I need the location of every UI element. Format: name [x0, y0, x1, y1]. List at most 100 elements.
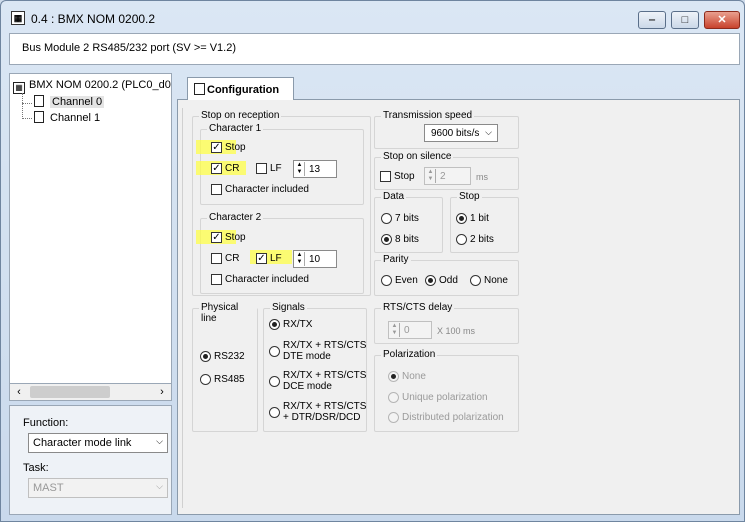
rs232-label: RS232 — [214, 351, 245, 362]
signals-rts-dte-radio[interactable]: RX/TX + RTS/CTS DTE mode — [269, 340, 366, 362]
checkbox-unchecked-icon — [211, 253, 222, 264]
stop-1-bit-radio[interactable]: 1 bit — [456, 213, 489, 224]
scroll-left-icon[interactable]: ‹ — [12, 385, 26, 399]
radio-on-icon — [456, 213, 467, 224]
silence-spinner[interactable]: ▲ ▼ 2 — [424, 167, 471, 185]
signals-rts-dtr-radio[interactable]: RX/TX + RTS/CTS + DTR/DSR/DCD — [269, 401, 366, 423]
char2-lf-value: 10 — [309, 254, 321, 265]
char1-stop-checkbox[interactable]: ✓ Stop — [211, 142, 246, 153]
rts-cts-delay-value: 0 — [404, 325, 410, 336]
polarization-unique-radio[interactable]: Unique polarization — [388, 392, 488, 403]
parity-odd-radio[interactable]: Odd — [425, 275, 458, 286]
task-select[interactable]: MAST ⌵ — [28, 478, 168, 498]
signals-rxtx-radio[interactable]: RX/TX — [269, 319, 312, 330]
char1-lf-spinner[interactable]: ▲ ▼ 13 — [293, 160, 337, 178]
radio-off-icon — [381, 213, 392, 224]
polarization-distributed-radio[interactable]: Distributed polarization — [388, 412, 504, 423]
radio-on-icon — [269, 319, 280, 330]
spinner-arrows-icon[interactable]: ▲ ▼ — [295, 162, 305, 176]
transmission-speed-select[interactable]: 9600 bits/s ⌵ — [424, 124, 498, 142]
char1-cr-label: CR — [225, 163, 240, 174]
radio-off-icon — [200, 374, 211, 385]
stop-1-bit-label: 1 bit — [470, 213, 489, 224]
maximize-icon: □ — [681, 14, 689, 26]
stop-2-bits-radio[interactable]: 2 bits — [456, 234, 494, 245]
tree-connector-branch — [22, 103, 32, 104]
parity-none-radio[interactable]: None — [470, 275, 508, 286]
radio-off-icon — [456, 234, 467, 245]
signals-option-sublabel: + DTR/DSR/DCD — [283, 412, 361, 423]
char2-stop-checkbox[interactable]: ✓ Stop — [211, 232, 246, 243]
silence-unit: ms — [476, 172, 488, 182]
radio-on-icon — [200, 351, 211, 362]
char2-included-checkbox[interactable]: Character included — [211, 274, 309, 285]
char2-cr-checkbox[interactable]: CR — [211, 253, 239, 264]
checkbox-checked-icon: ✓ — [211, 142, 222, 153]
signals-option-sublabel: DTE mode — [283, 351, 331, 362]
polarization-none-radio[interactable]: None — [388, 371, 426, 382]
char1-lf-checkbox[interactable]: LF — [256, 163, 282, 174]
char1-cr-checkbox[interactable]: ✓ CR — [211, 163, 239, 174]
spinner-arrows-icon[interactable]: ▲ ▼ — [390, 323, 400, 337]
configuration-icon — [194, 83, 205, 95]
function-select[interactable]: Character mode link ⌵ — [28, 433, 168, 453]
radio-off-icon — [381, 275, 392, 286]
polarization-unique-label: Unique polarization — [402, 392, 488, 403]
close-button[interactable]: ✕ — [704, 11, 740, 29]
data-8-bits-label: 8 bits — [395, 234, 419, 245]
char2-lf-checkbox[interactable]: ✓ LF — [256, 253, 282, 264]
rs232-radio[interactable]: RS232 — [200, 351, 245, 362]
tree-root-label: BMX NOM 0200.2 (PLC0_d0 — [29, 79, 171, 91]
char2-lf-spinner[interactable]: ▲ ▼ 10 — [293, 250, 337, 268]
tab-configuration[interactable]: Configuration — [187, 77, 294, 100]
checkbox-checked-icon: ✓ — [256, 253, 267, 264]
module-app-icon: ▦ — [11, 11, 25, 25]
physical-line-title: Physical line — [199, 302, 257, 324]
tree-item-channel-0[interactable]: Channel 0 — [34, 95, 105, 108]
minimize-button[interactable]: ‒ — [638, 11, 666, 29]
title-bar[interactable]: ▦ 0.4 : BMX NOM 0200.2 ‒ □ ✕ — [1, 1, 744, 31]
main-window: ▦ 0.4 : BMX NOM 0200.2 ‒ □ ✕ Bus Module … — [0, 0, 745, 522]
maximize-button[interactable]: □ — [671, 11, 699, 29]
rs485-label: RS485 — [214, 374, 245, 385]
tree-horizontal-scrollbar[interactable]: ‹ › — [9, 383, 172, 401]
checkbox-unchecked-icon — [256, 163, 267, 174]
transmission-speed-title: Transmission speed — [381, 110, 475, 121]
radio-off-icon — [269, 345, 280, 357]
char2-included-label: Character included — [225, 274, 309, 285]
silence-value: 2 — [440, 171, 446, 182]
chevron-down-icon: ⌵ — [156, 436, 163, 446]
radio-on-icon — [381, 234, 392, 245]
radio-off-icon — [470, 275, 481, 286]
tree-item-channel-1[interactable]: Channel 1 — [34, 111, 100, 124]
parity-title: Parity — [381, 254, 411, 265]
char2-stop-label: Stop — [225, 232, 246, 243]
signals-rts-dce-radio[interactable]: RX/TX + RTS/CTS DCE mode — [269, 370, 366, 392]
rs485-radio[interactable]: RS485 — [200, 374, 245, 385]
channel-icon — [34, 111, 44, 123]
stop-2-bits-label: 2 bits — [470, 234, 494, 245]
parity-even-radio[interactable]: Even — [381, 275, 418, 286]
radio-off-icon — [269, 406, 280, 418]
data-7-bits-radio[interactable]: 7 bits — [381, 213, 419, 224]
checkbox-checked-icon: ✓ — [211, 163, 222, 174]
char1-included-label: Character included — [225, 184, 309, 195]
scrollbar-thumb[interactable] — [30, 386, 110, 398]
parity-odd-label: Odd — [439, 275, 458, 286]
tree-root-module[interactable]: ▦ BMX NOM 0200.2 (PLC0_d0 — [13, 79, 171, 94]
spinner-arrows-icon[interactable]: ▲ ▼ — [426, 169, 436, 183]
char1-stop-label: Stop — [225, 142, 246, 153]
char1-included-checkbox[interactable]: Character included — [211, 184, 309, 195]
silence-stop-checkbox[interactable]: Stop — [380, 171, 415, 182]
checkbox-unchecked-icon — [380, 171, 391, 182]
function-label: Function: — [23, 417, 69, 429]
spinner-arrows-icon[interactable]: ▲ ▼ — [295, 252, 305, 266]
char1-lf-label: LF — [270, 163, 282, 174]
channel-tree: ▦ BMX NOM 0200.2 (PLC0_d0 Channel 0 Chann… — [9, 73, 172, 401]
rts-cts-delay-spinner[interactable]: ▲ ▼ 0 — [388, 321, 432, 339]
signals-option-sublabel: DCE mode — [283, 381, 332, 392]
data-8-bits-radio[interactable]: 8 bits — [381, 234, 419, 245]
scroll-right-icon[interactable]: › — [155, 385, 169, 399]
character-1-title: Character 1 — [207, 123, 264, 134]
tree-connector — [22, 93, 34, 119]
